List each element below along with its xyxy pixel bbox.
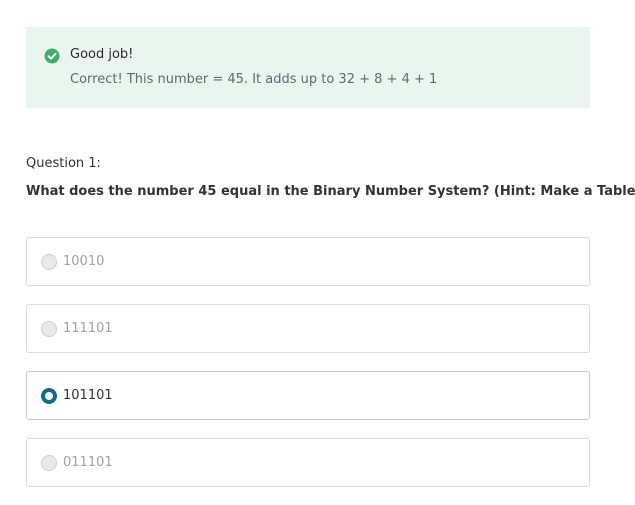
- radio-button[interactable]: [41, 321, 57, 337]
- answer-option[interactable]: 111101: [26, 304, 590, 353]
- quiz-page: Good job! Correct! This number = 45. It …: [0, 0, 635, 505]
- answer-option-label: 111101: [63, 321, 113, 336]
- radio-button[interactable]: [41, 388, 57, 404]
- check-circle-icon: [44, 48, 60, 64]
- answer-option[interactable]: 101101: [26, 371, 590, 420]
- answer-option[interactable]: 011101: [26, 438, 590, 487]
- radio-button[interactable]: [41, 254, 57, 270]
- answer-option-label: 011101: [63, 455, 113, 470]
- feedback-banner: Good job! Correct! This number = 45. It …: [26, 27, 590, 108]
- feedback-title: Good job!: [70, 47, 134, 62]
- radio-button[interactable]: [41, 455, 57, 471]
- feedback-message: Correct! This number = 45. It adds up to…: [70, 72, 438, 87]
- answer-option-label: 10010: [63, 254, 105, 269]
- answer-option-label: 101101: [63, 388, 113, 403]
- answer-option[interactable]: 10010: [26, 237, 590, 286]
- question-number: Question 1:: [26, 156, 101, 171]
- question-text: What does the number 45 equal in the Bin…: [26, 184, 635, 199]
